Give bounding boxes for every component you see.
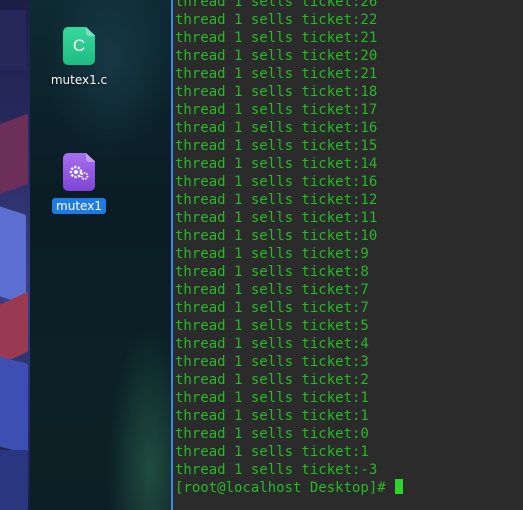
text-cursor <box>395 479 404 494</box>
terminal-line: thread 1 sells ticket:18 <box>175 84 378 100</box>
c-glyph: C <box>72 36 86 55</box>
terminal-line: thread 1 sells ticket:16 <box>175 174 378 190</box>
terminal-prompt-line[interactable]: [root@localhost Desktop]# <box>175 479 404 497</box>
desktop-icon-label: mutex1.c <box>50 73 108 87</box>
terminal-line: thread 1 sells ticket:-3 <box>175 462 378 478</box>
terminal-line: thread 1 sells ticket:26 <box>175 0 378 10</box>
shell-prompt: [root@localhost Desktop]# <box>175 480 395 496</box>
terminal-line: thread 1 sells ticket:0 <box>175 426 369 442</box>
terminal-line: thread 1 sells ticket:2 <box>175 372 369 388</box>
executable-gear-icon <box>63 153 95 191</box>
terminal-line: thread 1 sells ticket:17 <box>175 102 378 118</box>
terminal-line: thread 1 sells ticket:10 <box>175 228 378 244</box>
terminal-window[interactable]: thread 1 sells ticket:26 thread 1 sells t… <box>171 0 523 510</box>
terminal-line: thread 1 sells ticket:9 <box>175 246 369 262</box>
terminal-line: thread 1 sells ticket:20 <box>175 48 378 64</box>
terminal-line: thread 1 sells ticket:15 <box>175 138 378 154</box>
terminal-line: thread 1 sells ticket:1 <box>175 408 369 424</box>
terminal-line: thread 1 sells ticket:8 <box>175 264 369 280</box>
terminal-output: thread 1 sells ticket:26 thread 1 sells t… <box>175 0 377 479</box>
terminal-line: thread 1 sells ticket:21 <box>175 66 378 82</box>
terminal-line: thread 1 sells ticket:22 <box>175 12 378 28</box>
terminal-line: thread 1 sells ticket:1 <box>175 390 369 406</box>
wallpaper-artwork <box>0 0 30 510</box>
terminal-line: thread 1 sells ticket:7 <box>175 282 369 298</box>
terminal-line: thread 1 sells ticket:16 <box>175 120 378 136</box>
desktop-icon-mutex1-c[interactable]: C mutex1.c <box>39 27 119 88</box>
desktop-icon-label-selected: mutex1 <box>52 198 106 214</box>
terminal-line: thread 1 sells ticket:12 <box>175 192 378 208</box>
terminal-line: thread 1 sells ticket:1 <box>175 444 369 460</box>
terminal-line: thread 1 sells ticket:3 <box>175 354 369 370</box>
c-source-file-icon: C <box>63 27 95 65</box>
terminal-line: thread 1 sells ticket:11 <box>175 210 378 226</box>
terminal-line: thread 1 sells ticket:4 <box>175 336 369 352</box>
terminal-line: thread 1 sells ticket:21 <box>175 30 378 46</box>
terminal-line: thread 1 sells ticket:14 <box>175 156 378 172</box>
terminal-line: thread 1 sells ticket:5 <box>175 318 369 334</box>
desktop-icon-mutex1[interactable]: mutex1 <box>39 153 119 214</box>
desktop-area[interactable]: C mutex1.c mutex1 <box>0 0 171 510</box>
terminal-line: thread 1 sells ticket:7 <box>175 300 369 316</box>
